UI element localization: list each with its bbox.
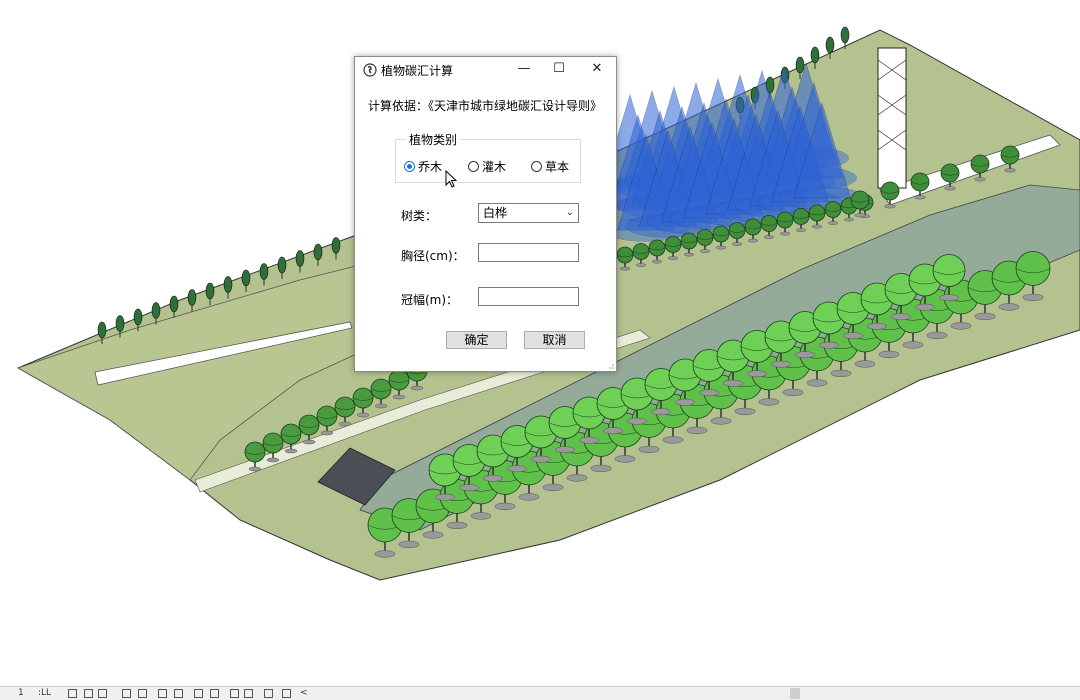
species-select[interactable]: 白桦 ⌄ <box>478 203 579 223</box>
visual-style-icon[interactable] <box>84 689 93 698</box>
worksharing-icon[interactable] <box>244 689 253 698</box>
status-scale-text: 1 <box>18 688 24 698</box>
radio-herb[interactable]: 草本 <box>531 158 569 175</box>
tower-structure <box>877 47 907 189</box>
dbh-input[interactable] <box>478 243 579 262</box>
radio-shrub-label: 灌木 <box>482 160 507 174</box>
status-detail-text: :LL <box>38 688 52 698</box>
plant-category-legend: 植物类别 <box>406 131 461 148</box>
crown-label: 冠幅(m)： <box>401 293 459 307</box>
show-crop-icon[interactable] <box>174 689 183 698</box>
calc-basis-text: 计算依据：《天津市城市绿地碳汇设计导则》 <box>368 99 603 113</box>
status-bar: 1 :LL < <box>0 686 1080 700</box>
species-label: 树类： <box>401 209 438 223</box>
detail-level-icon[interactable] <box>68 689 77 698</box>
radio-herb-indicator[interactable] <box>531 161 542 172</box>
radio-tree-label: 乔木 <box>418 160 443 174</box>
scroll-thumb[interactable] <box>790 688 800 699</box>
radio-shrub-indicator[interactable] <box>468 161 479 172</box>
ok-button[interactable]: 确定 <box>446 331 507 349</box>
render-icon[interactable] <box>138 689 147 698</box>
lock-view-icon[interactable] <box>194 689 203 698</box>
minimize-button[interactable]: — <box>505 57 543 83</box>
close-button[interactable]: ✕ <box>578 57 616 83</box>
collapse-arrow[interactable]: < <box>300 688 308 698</box>
radio-herb-label: 草本 <box>545 160 570 174</box>
crown-input[interactable] <box>478 287 579 306</box>
mouse-cursor-icon <box>445 170 457 188</box>
analytical-icon[interactable] <box>282 689 291 698</box>
crop-view-icon[interactable] <box>158 689 167 698</box>
temp-view-icon[interactable] <box>264 689 273 698</box>
hide-isolate-icon[interactable] <box>210 689 219 698</box>
resize-grip-icon[interactable] <box>606 361 614 369</box>
dialog-titlebar[interactable]: 植物碳汇计算 — ☐ ✕ <box>355 57 616 83</box>
maximize-button[interactable]: ☐ <box>540 57 578 83</box>
app-icon <box>363 63 377 77</box>
dbh-label: 胸径(cm)： <box>401 249 465 263</box>
plant-category-group: 植物类别 乔木 灌木 草本 <box>395 131 581 183</box>
species-value: 白桦 <box>483 206 508 220</box>
carbon-calc-dialog: 植物碳汇计算 — ☐ ✕ 计算依据：《天津市城市绿地碳汇设计导则》 植物类别 乔… <box>354 56 617 372</box>
radio-shrub[interactable]: 灌木 <box>468 158 506 175</box>
dialog-title: 植物碳汇计算 <box>381 64 454 78</box>
chevron-down-icon: ⌄ <box>565 207 574 218</box>
cancel-button[interactable]: 取消 <box>524 331 585 349</box>
radio-tree[interactable]: 乔木 <box>404 158 442 175</box>
reveal-hidden-icon[interactable] <box>230 689 239 698</box>
sun-path-icon[interactable] <box>98 689 107 698</box>
radio-tree-indicator[interactable] <box>404 161 415 172</box>
shadows-icon[interactable] <box>122 689 131 698</box>
